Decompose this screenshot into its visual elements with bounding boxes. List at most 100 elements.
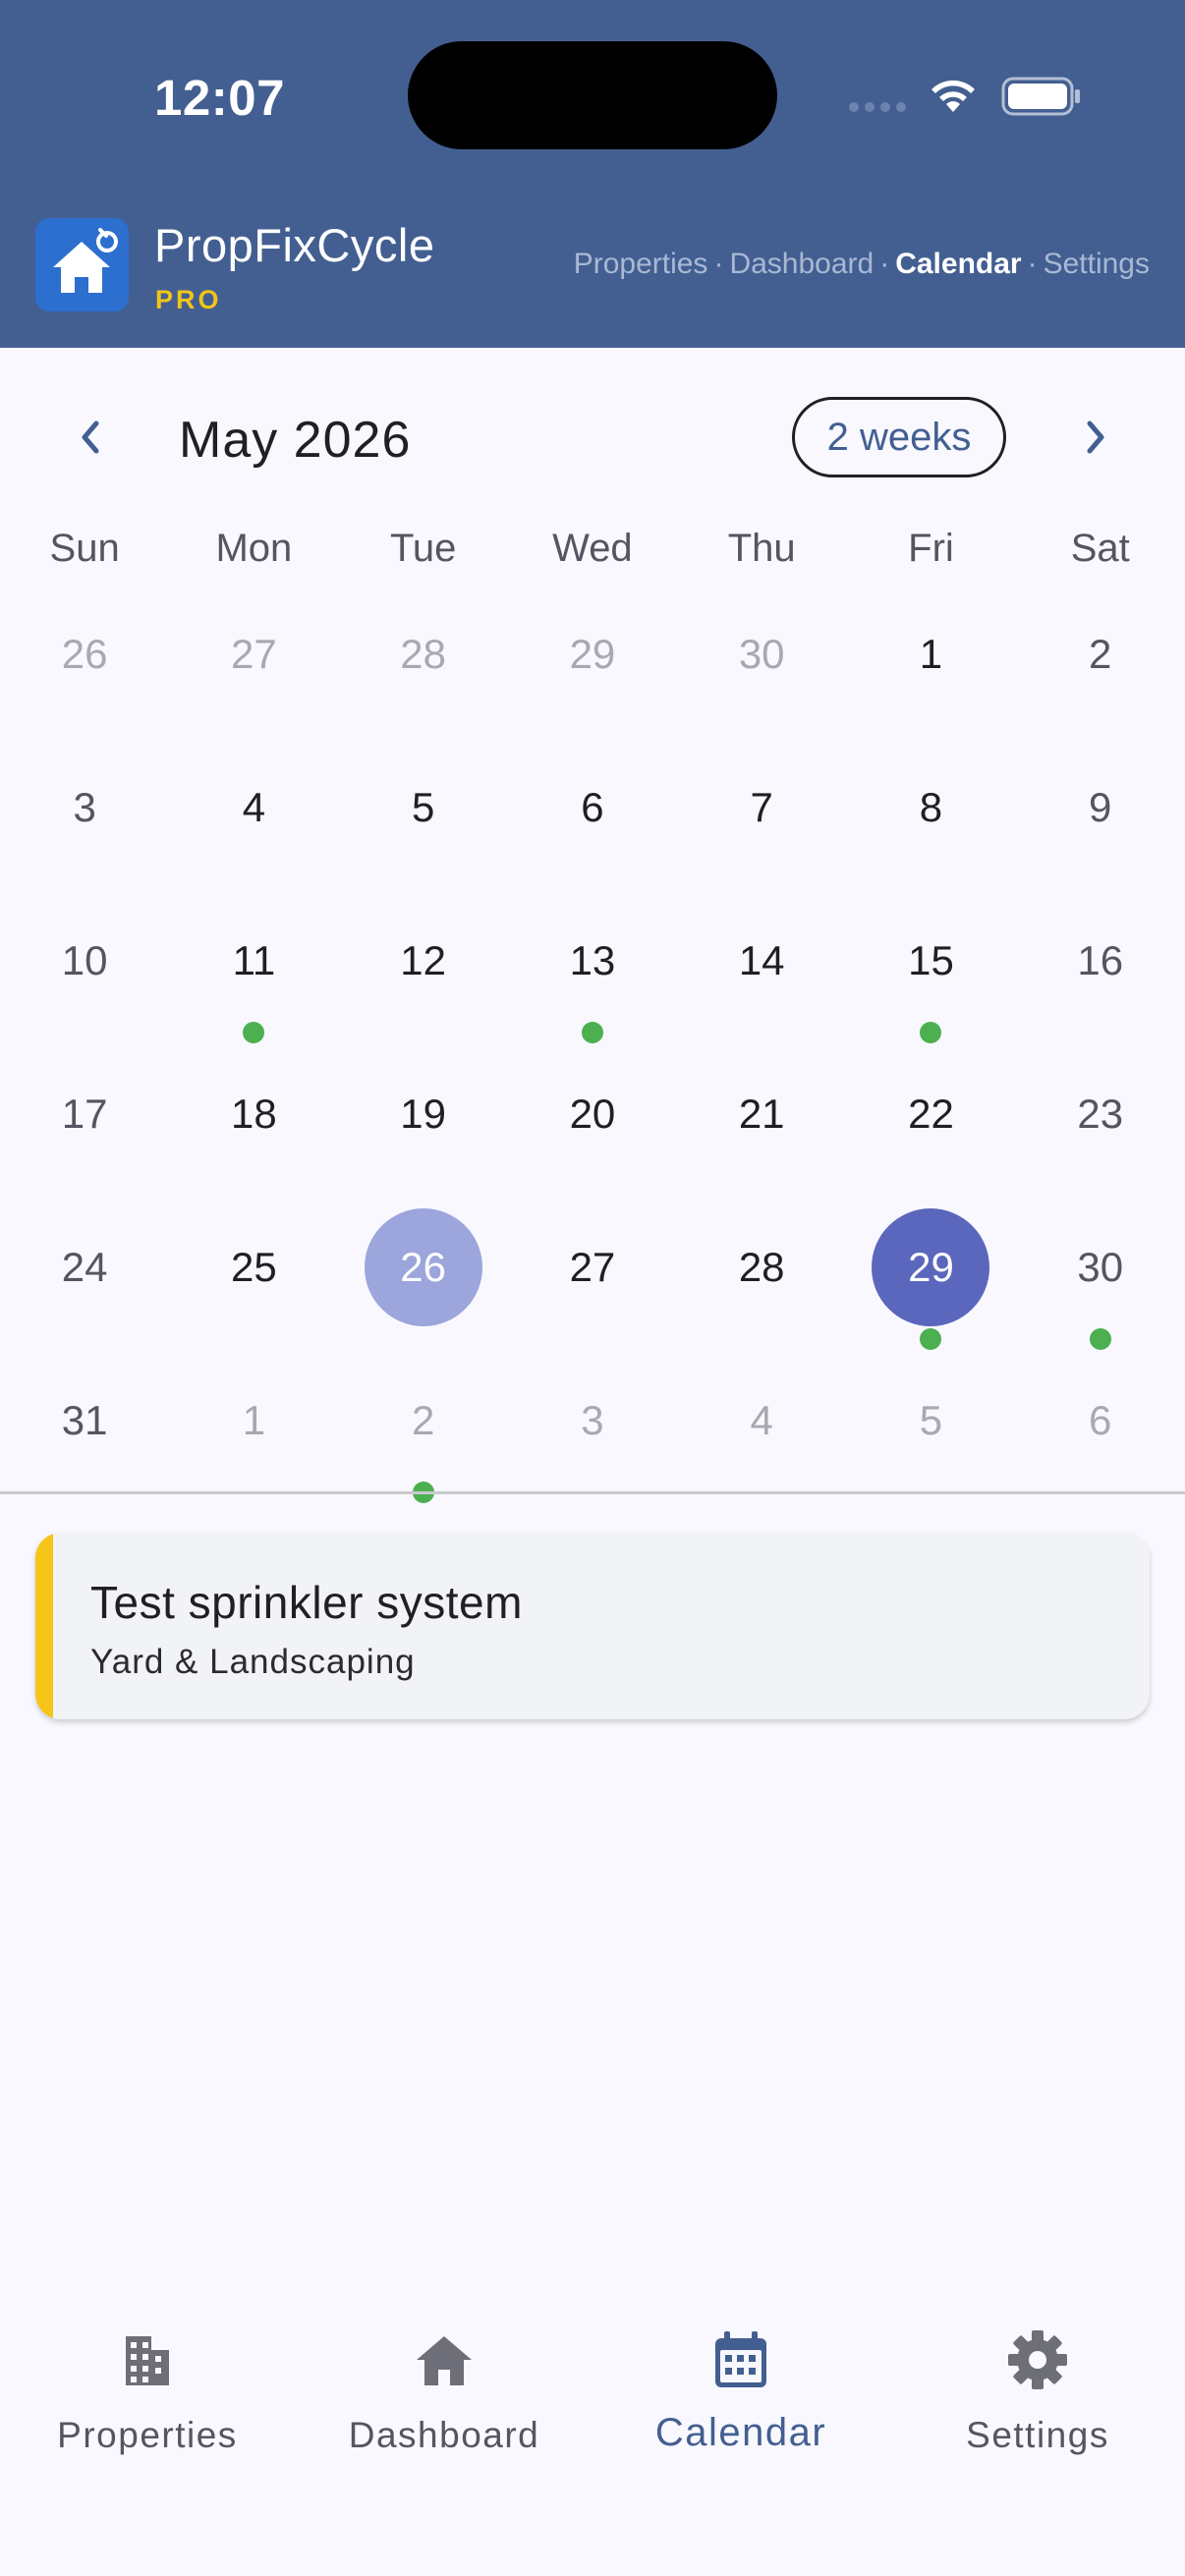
calendar-day[interactable]: 2 xyxy=(339,1356,508,1509)
calendar-day-number: 10 xyxy=(61,937,108,983)
next-month-button[interactable] xyxy=(1067,405,1126,470)
calendar-day-number: 8 xyxy=(919,784,943,830)
calendar-day[interactable]: 20 xyxy=(508,1049,677,1203)
calendar-day[interactable]: 13 xyxy=(508,896,677,1049)
gear-icon xyxy=(1008,2330,1067,2389)
weekday-header: Sun Mon Tue Wed Thu Fri Sat xyxy=(0,527,1185,586)
app-logo xyxy=(35,218,129,311)
top-nav-separator: · xyxy=(713,248,724,280)
calendar-day-number: 15 xyxy=(908,937,954,983)
calendar-day[interactable]: 6 xyxy=(508,743,677,896)
dynamic-island xyxy=(408,41,777,149)
event-indicator-dot xyxy=(920,1022,942,1043)
calendar-day-number: 5 xyxy=(411,784,435,830)
weekday-label: Sun xyxy=(49,527,120,570)
top-nav-separator: · xyxy=(1027,248,1038,280)
calendar-day-number: 1 xyxy=(919,631,943,677)
calendar-day[interactable]: 24 xyxy=(0,1203,169,1356)
calendar-day[interactable]: 11 xyxy=(169,896,338,1049)
event-card[interactable]: Test sprinkler system Yard & Landscaping xyxy=(35,1533,1150,1719)
event-indicator-dot xyxy=(581,1022,603,1043)
calendar-day[interactable]: 5 xyxy=(339,743,508,896)
weekday-label: Fri xyxy=(908,527,954,570)
calendar-day[interactable]: 9 xyxy=(1016,743,1185,896)
calendar-day-number: 12 xyxy=(400,937,447,983)
calendar-day[interactable]: 12 xyxy=(339,896,508,1049)
bottom-nav-dashboard[interactable]: Dashboard xyxy=(297,2328,592,2495)
calendar-day[interactable]: 28 xyxy=(339,589,508,743)
calendar-day[interactable]: 31 xyxy=(0,1356,169,1509)
calendar-day-number: 20 xyxy=(569,1091,616,1137)
calendar-day[interactable]: 7 xyxy=(677,743,846,896)
event-indicator-dot xyxy=(920,1328,942,1350)
calendar-day[interactable]: 15 xyxy=(846,896,1015,1049)
calendar-day[interactable]: 19 xyxy=(339,1049,508,1203)
calendar-day[interactable]: 29 xyxy=(846,1203,1015,1356)
divider xyxy=(0,1491,1185,1494)
building-icon xyxy=(126,2336,169,2385)
calendar-day[interactable]: 2 xyxy=(1016,589,1185,743)
calendar-icon xyxy=(715,2331,766,2387)
calendar-day-number: 30 xyxy=(738,631,785,677)
calendar-day[interactable]: 26 xyxy=(0,589,169,743)
calendar-day-number: 26 xyxy=(364,1208,482,1326)
bottom-nav-settings[interactable]: Settings xyxy=(890,2328,1185,2495)
calendar-day-number: 19 xyxy=(400,1091,447,1137)
calendar-day[interactable]: 14 xyxy=(677,896,846,1049)
calendar-day[interactable]: 30 xyxy=(1016,1203,1185,1356)
calendar-day[interactable]: 5 xyxy=(846,1356,1015,1509)
calendar-day[interactable]: 30 xyxy=(677,589,846,743)
calendar-day-number: 26 xyxy=(61,631,108,677)
calendar-day[interactable]: 29 xyxy=(508,589,677,743)
top-nav-properties[interactable]: Properties xyxy=(574,248,708,280)
bottom-nav-label: Calendar xyxy=(654,2411,827,2454)
calendar-day-number: 27 xyxy=(569,1244,616,1290)
calendar-day-number: 17 xyxy=(61,1091,108,1137)
calendar-day-number: 2 xyxy=(1089,631,1112,677)
calendar-day-number: 1 xyxy=(242,1397,266,1443)
calendar-day[interactable]: 28 xyxy=(677,1203,846,1356)
calendar-day-number: 23 xyxy=(1077,1091,1124,1137)
calendar-day[interactable]: 26 xyxy=(339,1203,508,1356)
calendar-day[interactable]: 22 xyxy=(846,1049,1015,1203)
top-nav-calendar[interactable]: Calendar xyxy=(895,248,1021,280)
calendar-day[interactable]: 3 xyxy=(508,1356,677,1509)
bottom-nav: Properties Dashboard Calendar Settings xyxy=(0,2289,1185,2576)
calendar-day-number: 2 xyxy=(411,1397,435,1443)
calendar-day-number: 21 xyxy=(738,1091,785,1137)
top-nav-dashboard[interactable]: Dashboard xyxy=(729,248,874,280)
calendar-day-number: 25 xyxy=(231,1244,277,1290)
calendar-day-number: 3 xyxy=(73,784,96,830)
calendar-day-number: 6 xyxy=(581,784,604,830)
calendar-day[interactable]: 1 xyxy=(846,589,1015,743)
calendar-day[interactable]: 1 xyxy=(169,1356,338,1509)
range-toggle-button[interactable]: 2 weeks xyxy=(792,397,1006,477)
top-nav-settings[interactable]: Settings xyxy=(1044,248,1150,280)
calendar-day-number: 31 xyxy=(61,1397,108,1443)
calendar-day[interactable]: 4 xyxy=(169,743,338,896)
calendar-day[interactable]: 18 xyxy=(169,1049,338,1203)
app-header: 12:07 PropFixCycle PRO Properties · Dashbo… xyxy=(0,0,1185,348)
calendar-day[interactable]: 25 xyxy=(169,1203,338,1356)
calendar-day[interactable]: 27 xyxy=(169,589,338,743)
calendar-day[interactable]: 17 xyxy=(0,1049,169,1203)
calendar-day[interactable]: 6 xyxy=(1016,1356,1185,1509)
calendar-day[interactable]: 21 xyxy=(677,1049,846,1203)
calendar-day-number: 28 xyxy=(400,631,447,677)
bottom-nav-calendar[interactable]: Calendar xyxy=(593,2328,888,2495)
calendar-day[interactable]: 23 xyxy=(1016,1049,1185,1203)
calendar-day[interactable]: 4 xyxy=(677,1356,846,1509)
previous-month-button[interactable] xyxy=(60,405,119,470)
calendar-day-number: 9 xyxy=(1089,784,1112,830)
top-nav: Properties · Dashboard · Calendar · Settings xyxy=(574,248,1150,281)
top-nav-separator: · xyxy=(879,248,890,280)
calendar-day[interactable]: 3 xyxy=(0,743,169,896)
chevron-left-icon xyxy=(82,420,99,454)
calendar-day[interactable]: 27 xyxy=(508,1203,677,1356)
bottom-nav-properties[interactable]: Properties xyxy=(0,2328,295,2495)
calendar-day[interactable]: 10 xyxy=(0,896,169,1049)
weekday-label: Mon xyxy=(215,527,293,570)
calendar-day[interactable]: 8 xyxy=(846,743,1015,896)
calendar-day[interactable]: 16 xyxy=(1016,896,1185,1049)
event-accent-stripe xyxy=(35,1533,53,1719)
